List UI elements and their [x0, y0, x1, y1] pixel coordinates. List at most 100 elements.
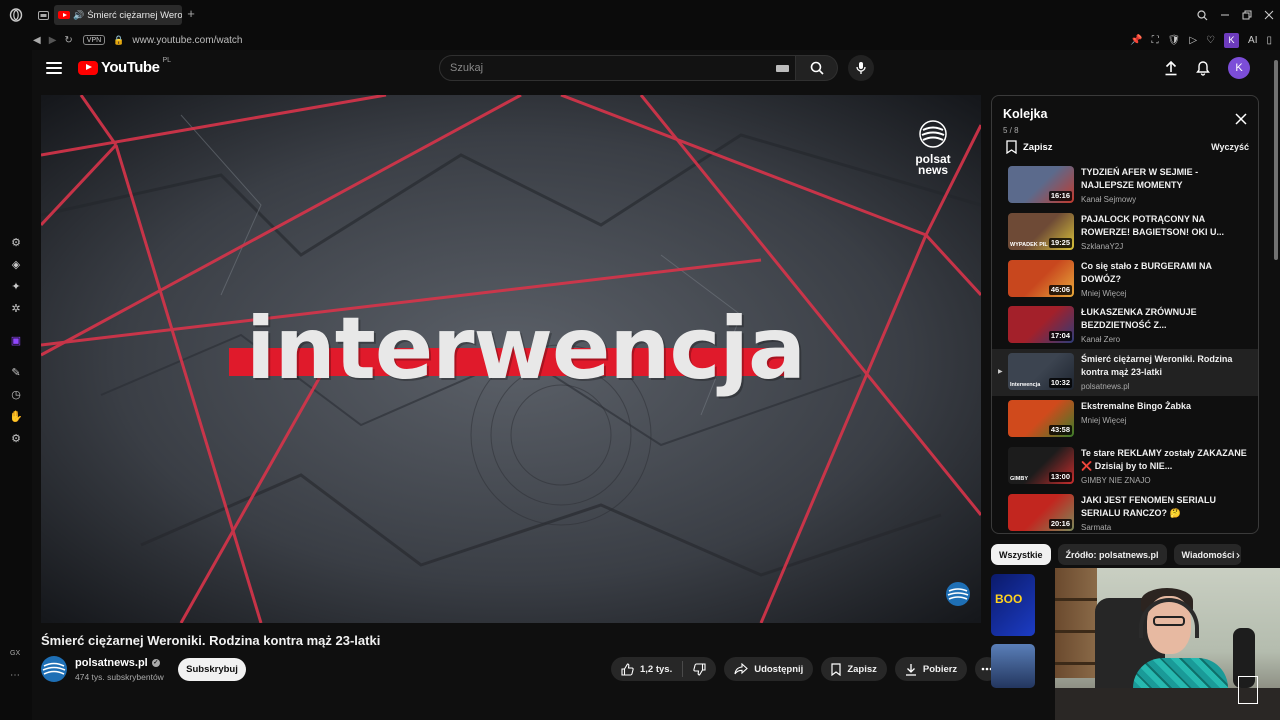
filter-chip[interactable]: Wiadomości — [1173, 544, 1241, 565]
queue-thumbnail[interactable]: GIMBY 13:00 — [1008, 446, 1074, 484]
search-input[interactable] — [450, 62, 750, 74]
reload-icon[interactable]: ↻ — [64, 35, 72, 46]
queue-item[interactable]: 16:16 TYDZIEŃ AFER W SEJMIE - NAJLEPSZE M… — [992, 162, 1258, 209]
queue-item-title[interactable]: Te stare REKLAMY zostały ZAKAZANE ❌ Dzis… — [1081, 447, 1251, 473]
menu-icon[interactable] — [46, 60, 62, 76]
filter-chips: Wszystkie Źródło: polsatnews.pl Wiadomości — [991, 544, 1241, 566]
dislike-button[interactable] — [683, 657, 716, 681]
window-controls — [1197, 0, 1274, 30]
queue-thumbnail[interactable]: Interwencja 10:32 — [1008, 353, 1074, 391]
queue-item[interactable]: WYPADEK PIL 19:25 PAJALOCK POTRĄCONY NA RO… — [992, 209, 1258, 256]
duration-badge: 13:00 — [1048, 471, 1072, 482]
video-player[interactable]: polsat news interwencja — [41, 95, 981, 623]
queue-item-channel[interactable]: Mniej Więcej — [1081, 289, 1251, 298]
queue-clear-button[interactable]: Wyczyść — [1211, 142, 1249, 152]
notifications-bell-icon[interactable] — [1196, 60, 1210, 76]
minimize-icon[interactable] — [1220, 10, 1230, 20]
settings-icon[interactable]: ⚙ — [9, 432, 23, 446]
profile-extension-icon[interactable]: K — [1224, 32, 1240, 48]
queue-item-title[interactable]: TYDZIEŃ AFER W SEJMIE - NAJLEPSZE MOMENT… — [1081, 166, 1251, 192]
gx-cleaner-icon[interactable]: ✦ — [9, 280, 23, 294]
queue-item-title[interactable]: Co się stało z BURGERAMI NA DOWÓZ? — [1081, 260, 1251, 286]
filter-chip[interactable]: Wszystkie — [991, 544, 1051, 565]
account-avatar[interactable]: K — [1228, 57, 1250, 79]
queue-item-title[interactable]: Śmierć ciężarnej Weroniki. Rodzina kontr… — [1081, 353, 1251, 379]
channel-avatar[interactable] — [41, 656, 67, 682]
channel-name-text[interactable]: polsatnews.pl — [75, 657, 148, 669]
twitch-icon[interactable]: ▣ — [9, 334, 23, 348]
queue-item[interactable]: ▶ Interwencja 10:32 Śmierć ciężarnej Weroni… — [992, 349, 1258, 396]
browser-tab-active[interactable]: 🔊 Śmierć ciężarnej Weroniki — [54, 5, 182, 25]
sidebar-toggle-icon[interactable]: ▯ — [1266, 35, 1272, 46]
queue-item-title[interactable]: PAJALOCK POTRĄCONY NA ROWERZE! BAGIETSON… — [1081, 213, 1251, 239]
like-button[interactable]: 1,2 tys. — [611, 657, 682, 681]
queue-thumbnail[interactable]: 16:16 — [1008, 166, 1074, 203]
chevron-right-icon[interactable]: › — [1236, 548, 1240, 562]
url-field[interactable]: www.youtube.com/watch — [132, 35, 242, 46]
queue-item[interactable]: 20:16 JAKI JEST FENOMEN SERIALU SERIALU R… — [992, 490, 1258, 533]
search-tabs-icon[interactable] — [1197, 9, 1208, 21]
queue-item-channel[interactable]: SzklanaY2J — [1081, 242, 1251, 251]
queue-thumbnail[interactable]: 20:16 — [1008, 493, 1074, 531]
channel-watermark-icon[interactable] — [945, 581, 971, 607]
fullscreen-icon[interactable] — [1238, 676, 1258, 704]
polsat-news-logo: polsat news — [911, 119, 955, 176]
filter-chip[interactable]: Źródło: polsatnews.pl — [1057, 544, 1167, 565]
download-button[interactable]: Pobierz — [894, 657, 968, 681]
close-window-icon[interactable] — [1264, 10, 1274, 20]
subscribe-button[interactable]: Subskrybuj — [178, 658, 246, 681]
upload-icon[interactable] — [1164, 60, 1178, 76]
queue-item-channel[interactable]: Kanał Zero — [1081, 335, 1251, 344]
youtube-logo[interactable]: YouTube PL — [78, 57, 171, 76]
queue-thumbnail[interactable]: 46:06 — [1008, 259, 1074, 297]
queue-item-channel[interactable]: polsatnews.pl — [1081, 382, 1251, 391]
channel-name[interactable]: polsatnews.pl ✓ — [75, 657, 160, 669]
discord-icon[interactable]: ✎ — [9, 366, 23, 380]
search-button[interactable] — [796, 55, 838, 81]
keyboard-icon[interactable] — [776, 65, 789, 72]
queue-save-label: Zapisz — [1023, 141, 1053, 153]
pin-icon[interactable]: 📌 — [1130, 35, 1142, 46]
back-icon[interactable]: ◀ — [33, 35, 41, 46]
queue-item[interactable]: GIMBY 13:00 Te stare REKLAMY zostały ZAKAZ… — [992, 443, 1258, 490]
queue-item-title[interactable]: JAKI JEST FENOMEN SERIALU SERIALU RANCZO… — [1081, 494, 1251, 520]
history-icon[interactable]: ◷ — [9, 388, 23, 402]
player-icon[interactable]: ▷ — [1189, 35, 1197, 46]
aria-ai-icon[interactable]: AI — [1248, 35, 1257, 46]
vpn-badge[interactable]: VPN — [82, 35, 106, 45]
queue-item-title[interactable]: Ekstremalne Bingo Żabka — [1081, 400, 1251, 413]
queue-thumbnail[interactable]: WYPADEK PIL 19:25 — [1008, 212, 1074, 250]
gx-control-icon[interactable]: ⚙ — [9, 236, 23, 250]
forward-icon[interactable]: ▶ — [49, 35, 57, 46]
queue-item[interactable]: 17:04 ŁUKASZENKA ZRÓWNUJE BEZDZIETNOŚĆ Z.… — [992, 302, 1258, 349]
gx-hotkeys-icon[interactable]: ✲ — [9, 302, 23, 316]
queue-item-title[interactable]: ŁUKASZENKA ZRÓWNUJE BEZDZIETNOŚĆ Z... — [1081, 306, 1251, 332]
more-icon[interactable]: ⋯ — [10, 670, 20, 681]
gx-corner-icon[interactable]: ◈ — [9, 258, 23, 272]
shield-icon[interactable]: 🛡 — [1168, 35, 1181, 46]
tab-manager-icon[interactable] — [32, 0, 54, 30]
queue-item-channel[interactable]: Kanał Sejmowy — [1081, 195, 1251, 204]
recommendation-thumbnail[interactable] — [991, 644, 1035, 688]
queue-item-channel[interactable]: GIMBY NIE ZNAJO — [1081, 476, 1251, 485]
restore-icon[interactable] — [1242, 10, 1252, 20]
lock-icon[interactable]: 🔒 — [113, 35, 124, 46]
queue-thumbnail[interactable]: 43:58 — [1008, 399, 1074, 437]
save-button[interactable]: Zapisz — [821, 657, 887, 681]
opera-gx-logo-icon[interactable] — [0, 0, 32, 30]
snapshot-icon[interactable]: ⛶ — [1152, 35, 1159, 46]
queue-item-channel[interactable]: Sarmata — [1081, 523, 1251, 532]
queue-save-button[interactable]: Zapisz — [1006, 140, 1053, 154]
queue-item[interactable]: 46:06 Co się stało z BURGERAMI NA DOWÓZ? M… — [992, 256, 1258, 303]
speaker-icon[interactable]: 🔊 — [73, 10, 84, 21]
recommendation-thumbnail[interactable]: BOO — [991, 574, 1035, 636]
heart-icon[interactable]: ♡ — [1206, 35, 1215, 46]
share-button[interactable]: Udostępnij — [724, 657, 814, 681]
queue-thumbnail[interactable]: 17:04 — [1008, 306, 1074, 344]
close-icon[interactable] — [1234, 112, 1248, 126]
new-tab-icon[interactable]: + — [184, 7, 198, 21]
queue-item[interactable]: 43:58 Ekstremalne Bingo Żabka Mniej Więcej — [992, 396, 1258, 443]
voice-search-button[interactable] — [848, 55, 874, 81]
extensions-icon[interactable]: ✋ — [9, 410, 23, 424]
queue-item-channel[interactable]: Mniej Więcej — [1081, 416, 1251, 425]
